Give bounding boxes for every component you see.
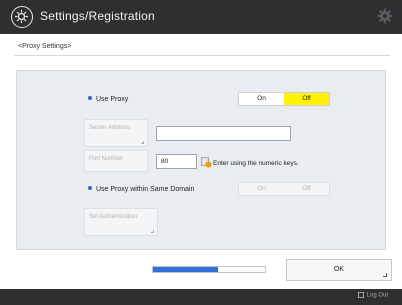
use-proxy-label-text: Use Proxy — [96, 96, 129, 103]
corner-icon — [383, 273, 387, 277]
server-address-button[interactable]: Server Address — [84, 119, 148, 147]
same-domain-label: Use Proxy within Same Domain — [88, 186, 194, 193]
server-address-button-label: Server Address — [89, 125, 131, 131]
corner-icon — [151, 230, 154, 233]
bullet-icon — [88, 186, 92, 191]
title-bar: Settings/Registration — [0, 0, 402, 34]
same-domain-on-button: On — [239, 183, 284, 195]
corner-icon — [141, 141, 144, 144]
bullet-icon — [88, 96, 92, 101]
use-proxy-off-button[interactable]: Off — [284, 93, 329, 105]
same-domain-toggle: On Off — [238, 182, 330, 196]
logout-button[interactable]: Log Out — [357, 292, 388, 299]
page-title: Settings/Registration — [40, 9, 155, 23]
port-number-field[interactable]: 80 — [156, 154, 197, 169]
breadcrumb: <Proxy Settings> — [18, 43, 72, 50]
status-bar: Log Out — [0, 289, 402, 305]
same-domain-off-button: Off — [284, 183, 329, 195]
port-number-button[interactable]: Port Number — [84, 150, 148, 172]
use-proxy-toggle[interactable]: On Off — [238, 92, 330, 106]
same-domain-label-text: Use Proxy within Same Domain — [96, 186, 195, 193]
ok-button-label: OK — [333, 266, 345, 273]
progress-fill — [153, 267, 218, 272]
use-proxy-on-button[interactable]: On — [239, 93, 284, 105]
divider — [14, 55, 390, 56]
numeric-keys-icon — [201, 157, 212, 168]
gear-icon[interactable] — [376, 7, 394, 25]
set-authentication-button: Set Authentication — [84, 208, 158, 236]
set-authentication-button-label: Set Authentication — [89, 214, 138, 220]
progress-bar — [152, 266, 266, 273]
use-proxy-label: Use Proxy — [88, 96, 128, 103]
server-address-field[interactable] — [156, 126, 291, 141]
logout-icon — [357, 292, 364, 298]
port-number-button-label: Port Number — [89, 156, 124, 162]
settings-registration-icon — [11, 6, 33, 28]
port-number-hint: Enter using the numeric keys. — [213, 160, 299, 167]
logout-label: Log Out — [366, 292, 388, 299]
ok-button[interactable]: OK — [286, 259, 392, 281]
